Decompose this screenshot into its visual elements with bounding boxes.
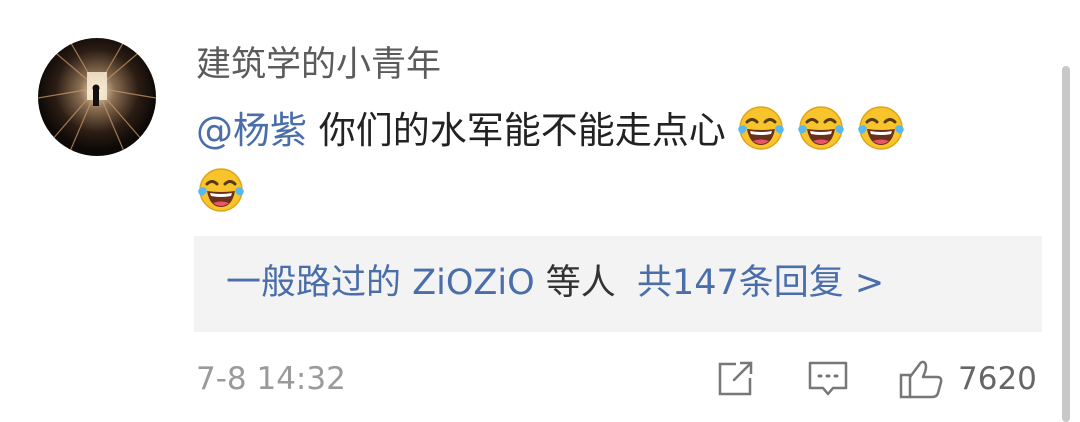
comment-icon [808,361,848,396]
replies-summary[interactable]: 一般路过的 ZiOZiO 等人 共147条回复 > [194,236,1042,332]
share-button[interactable] [714,358,756,400]
mention-link[interactable]: @杨紫 [196,109,307,152]
reply-button[interactable] [806,358,850,400]
user-avatar[interactable] [38,38,156,156]
comment-timestamp: 7-8 14:32 [196,361,346,397]
share-icon [718,361,753,396]
comment-username[interactable]: 建筑学的小青年 [196,40,441,90]
like-button[interactable] [898,358,946,400]
laughing-tears-emoji-icon [736,103,786,153]
comment-text: 你们的水军能不能走点心 [318,109,726,152]
comment-body: @杨紫 你们的水军能不能走点心 [196,100,1016,224]
thumbs-up-icon [899,360,943,399]
replies-count-link[interactable]: 共147条回复 > [637,263,884,303]
scrollbar[interactable] [1062,66,1070,422]
replies-connector: 等人 [545,263,616,303]
laughing-tears-emoji-icon [796,103,846,153]
laughing-tears-emoji-icon [196,165,246,215]
laughing-tears-emoji-icon [856,103,906,153]
like-count: 7620 [958,361,1037,397]
replies-users[interactable]: 一般路过的 ZiOZiO [226,263,535,303]
